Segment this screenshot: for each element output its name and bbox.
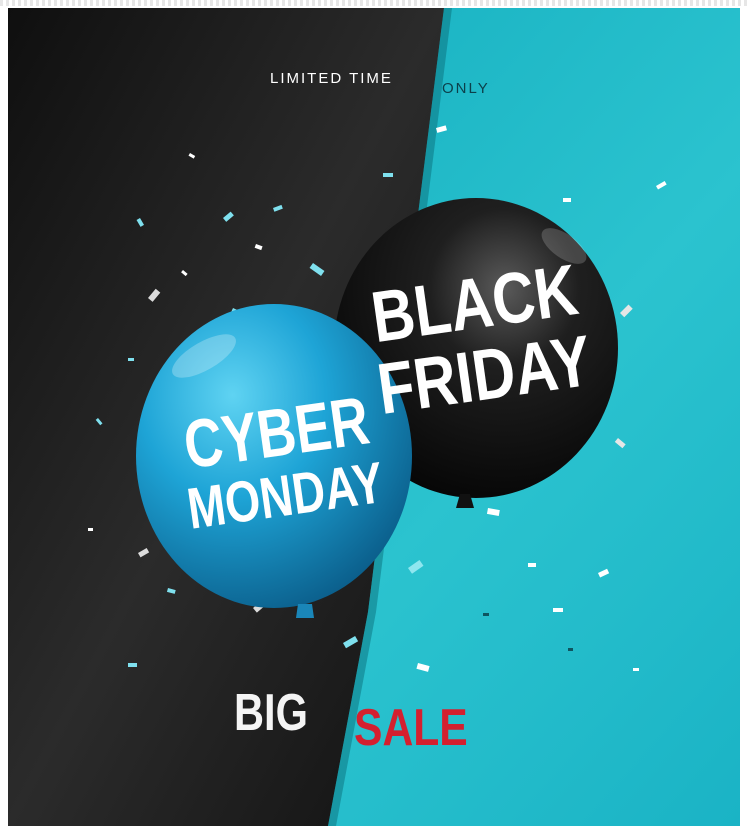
blue-balloon-knot <box>296 604 314 618</box>
sale-text: SALE <box>354 699 468 757</box>
dotted-top-border <box>0 0 748 6</box>
sale-poster: BLACK FRIDAY CYBER MONDAY LIMITED TIME O… <box>8 8 740 826</box>
big-text: BIG <box>234 684 308 742</box>
only-text: ONLY <box>442 80 490 97</box>
image-frame: BLACK FRIDAY CYBER MONDAY LIMITED TIME O… <box>0 0 748 834</box>
limited-time-text: LIMITED TIME <box>270 70 393 87</box>
